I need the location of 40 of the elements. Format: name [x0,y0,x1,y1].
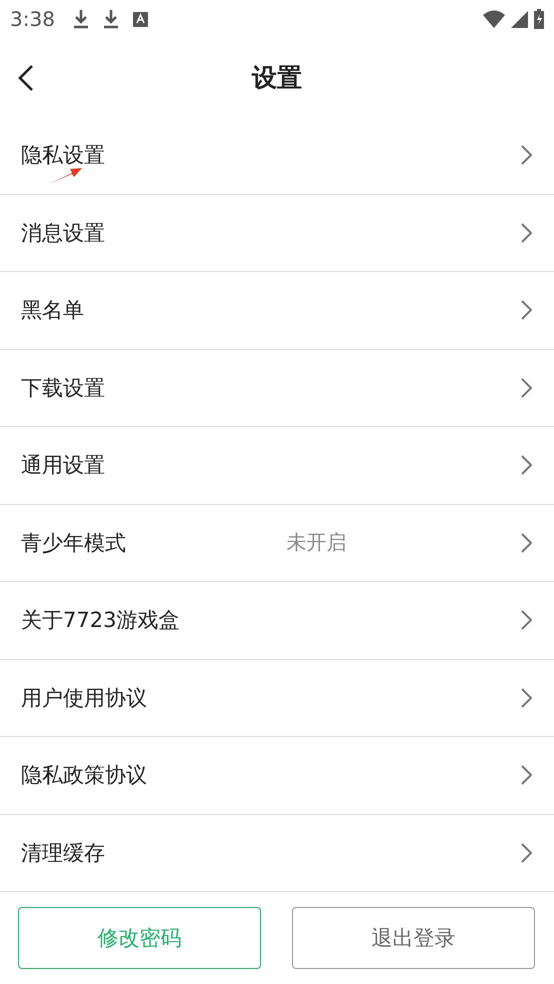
row-label: 关于7723游戏盒 [21,607,180,634]
settings-row[interactable]: 消息设置 [0,194,554,272]
chevron-right-icon [521,842,532,863]
settings-row[interactable]: 黑名单 [0,272,554,350]
row-label: 用户使用协议 [21,684,147,712]
battery-icon [534,9,544,29]
settings-row[interactable]: 下载设置 [0,350,554,427]
signal-icon [511,10,528,28]
settings-row[interactable]: 清理缓存 [0,814,554,892]
chevron-right-icon [521,300,532,320]
row-value: 未开启 [286,529,346,556]
download-icon [102,9,119,29]
row-label: 通用设置 [21,452,105,480]
settings-row[interactable]: 青少年模式 未开启 [0,504,554,582]
logout-button[interactable]: 退出登录 [292,907,535,969]
settings-row[interactable]: 隐私政策协议 [0,737,554,814]
settings-row[interactable]: 关于7723游戏盒 [0,582,554,660]
row-label: 隐私政策协议 [21,762,147,790]
keyboard-icon [132,12,148,26]
chevron-right-icon [521,222,532,243]
row-label: 清理缓存 [21,840,105,867]
settings-row[interactable]: 通用设置 [0,427,554,504]
row-label: 下载设置 [21,374,105,402]
chevron-right-icon [521,145,532,166]
row-label: 青少年模式 [21,530,126,557]
chevron-right-icon [521,532,532,553]
settings-row[interactable]: 隐私设置 [0,117,554,194]
page-title: 设置 [252,62,302,94]
chevron-right-icon [521,765,532,786]
chevron-right-icon [521,688,532,708]
status-time: 3:38 [10,7,55,31]
chevron-right-icon [521,610,532,630]
settings-row[interactable]: 用户使用协议 [0,660,554,737]
wifi-icon [483,10,505,28]
row-label: 消息设置 [21,220,105,247]
chevron-right-icon [521,455,532,476]
row-label: 隐私设置 [21,142,105,170]
chevron-right-icon [521,378,532,398]
row-label: 黑名单 [21,297,84,324]
download-icon [72,9,89,29]
